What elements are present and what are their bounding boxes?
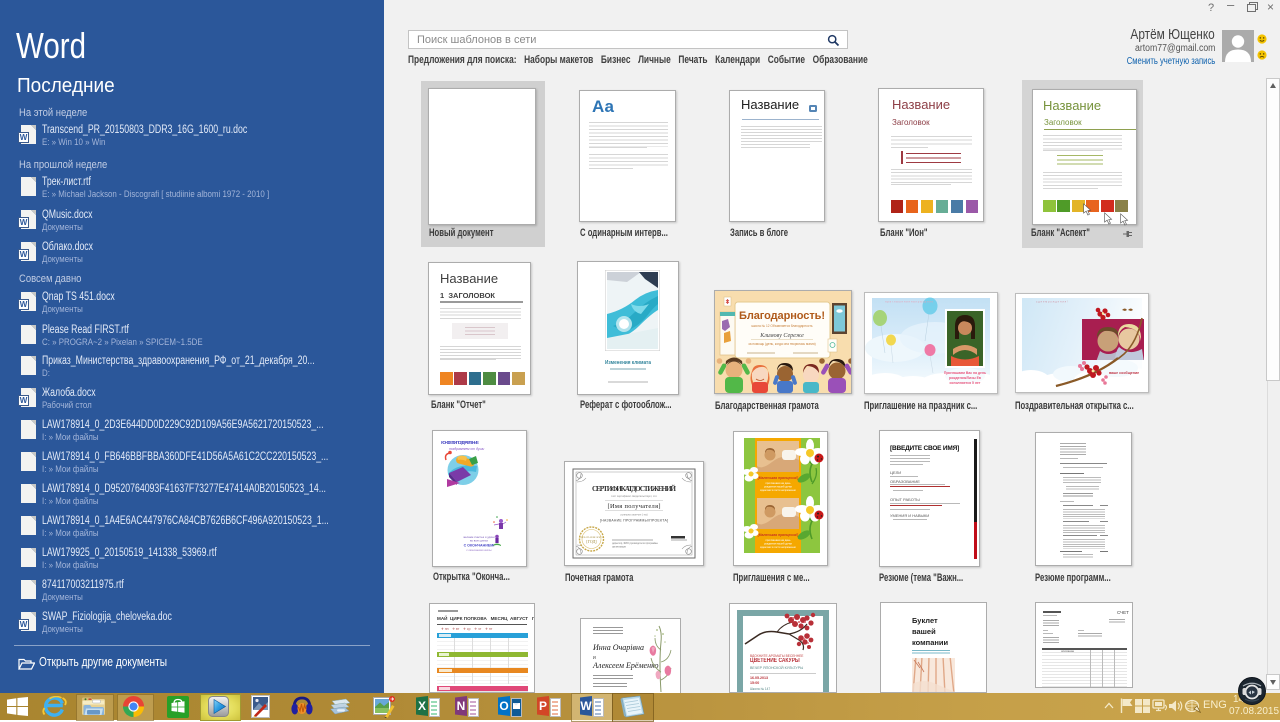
svg-text:С ОКОНЧАНИЕМ!: С ОКОНЧАНИЕМ! <box>464 544 495 548</box>
svg-text:рождения/Лизы Ев: рождения/Лизы Ев <box>949 376 981 380</box>
svg-text:КОНФЕТТИ-ПОЗДРАВЛЕНИЕ: КОНФЕТТИ-ПОЗДРАВЛЕНИЕ <box>441 440 479 445</box>
svg-text:п р и г л а ш е н и е н а: п р и г л а ш е н и е н а п р а з д н и … <box>885 300 934 304</box>
svg-text:рождения нашей дочки: рождения нашей дочки <box>764 542 793 546</box>
svg-text:за помощь (день, когда она тво: за помощь (день, когда она творилась маг… <box>748 342 815 346</box>
svg-text:[Маленькая принцесса!]: [Маленькая принцесса!] <box>758 476 799 480</box>
svg-text:ваше сообщение: ваше сообщение <box>1109 371 1139 375</box>
svg-text:с окончанием школы: с окончанием школы <box>466 549 491 552</box>
svg-text:во всех делах: во всех делах <box>470 539 489 543</box>
svg-text:[Имя получателя]: [Имя получателя] <box>608 503 661 510</box>
svg-text:ждем вас в гости непременно: ждем вас в гости непременно <box>760 546 796 549</box>
svg-text:Благодарность!: Благодарность! <box>739 310 825 322</box>
svg-text:успешно окончил (-ла): успешно окончил (-ла) <box>620 513 647 517</box>
svg-text:с д н е м р о ж д е н и я !: с д н е м р о ж д е н и я ! <box>1036 300 1068 304</box>
svg-text:рождения нашей дочки: рождения нашей дочки <box>764 485 793 489</box>
svg-text:организации: организации <box>612 546 627 549</box>
svg-text:ждем вас в гости непременно: ждем вас в гости непременно <box>760 489 796 492</box>
svg-text:СЕРТИФИКАТДОСТИЖЕНИЙ: СЕРТИФИКАТДОСТИЖЕНИЙ <box>592 484 676 493</box>
svg-text:Климову Сереже: Климову Сереже <box>759 333 804 339</box>
svg-text:исполняется 5 лет: исполняется 5 лет <box>950 381 981 385</box>
svg-text:[ГОД]: [ГОД] <box>586 539 597 544</box>
svg-text:[Маленькая принцесса!]: [Маленькая принцесса!] <box>758 533 799 537</box>
svg-text:этот сертификат свидетельствуе: этот сертификат свидетельствует, что <box>611 494 657 498</box>
svg-text:поздравляем от души: поздравляем от души <box>449 447 484 451</box>
svg-text:[НАЗВАНИЕ ПРОГРАММЫ/ПРОЕКТА]: [НАЗВАНИЕ ПРОГРАММЫ/ПРОЕКТА] <box>600 519 668 523</box>
svg-text:Приглашаем Вас на день: Приглашаем Вас на день <box>944 371 986 375</box>
svg-text:школа № 12 Объявляется благод: школа № 12 Объявляется благодарность <box>751 324 812 328</box>
